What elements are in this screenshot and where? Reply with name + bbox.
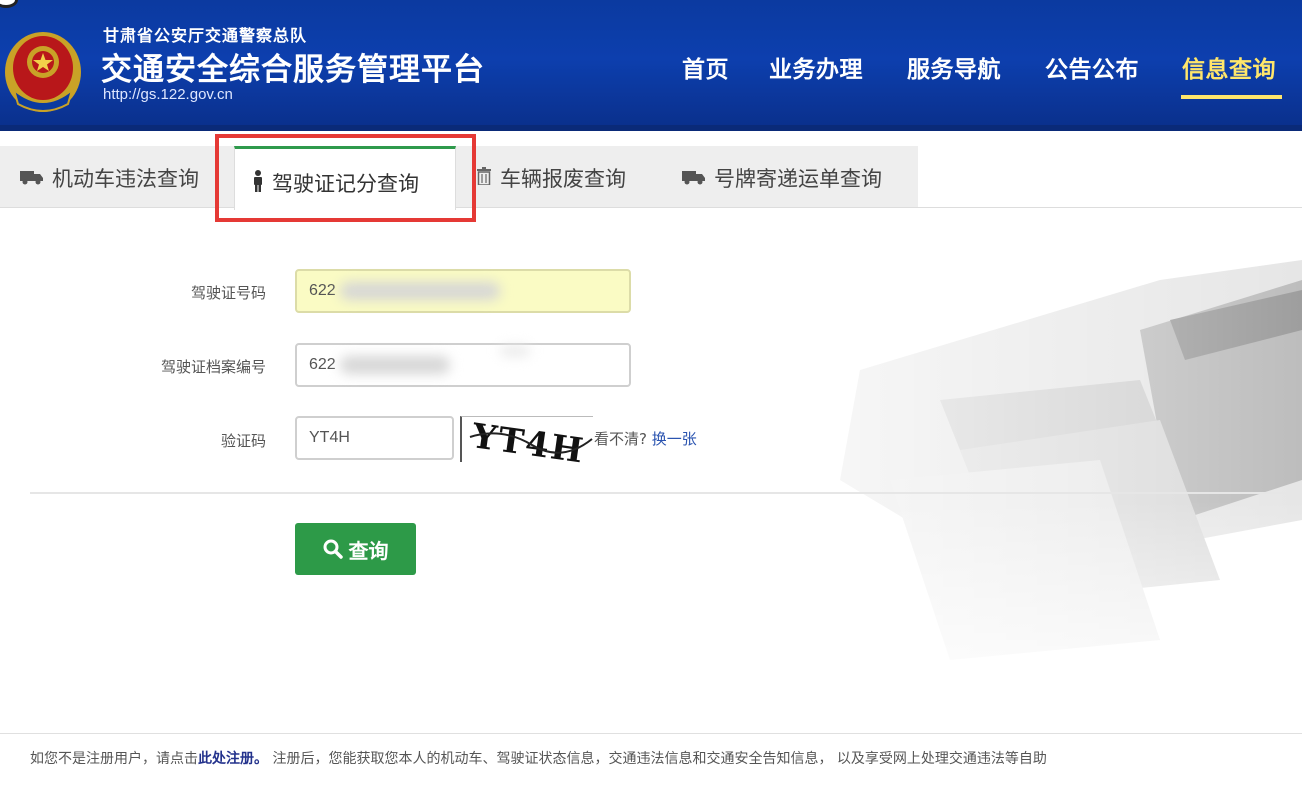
license-number-value: 622	[309, 282, 336, 299]
tab-label: 号牌寄递运单查询	[714, 167, 882, 191]
captcha-hint: 看不清? 换一张	[594, 428, 697, 449]
redaction-blur	[340, 356, 450, 374]
tab-license-points[interactable]: 驾驶证记分查询	[252, 163, 419, 203]
captcha-image[interactable]: YT4H	[460, 416, 593, 472]
license-number-label: 驾驶证号码	[190, 284, 266, 302]
nav-announcements[interactable]: 公告公布	[1045, 50, 1139, 84]
nav-info-query[interactable]: 信息查询	[1182, 50, 1276, 84]
query-button[interactable]: 查询	[295, 523, 416, 575]
query-button-label: 查询	[348, 538, 389, 563]
file-number-value: 622	[309, 356, 336, 373]
redaction-blur	[500, 346, 530, 356]
truck-icon	[20, 166, 44, 190]
tab-label: 驾驶证记分查询	[272, 172, 419, 196]
captcha-hint-text: 看不清?	[594, 430, 647, 448]
nav-business[interactable]: 业务办理	[769, 50, 863, 84]
footer-text: 注册后，您能获取您本人的机动车、驾驶证状态信息，交通违法信息和交通安全告知信息，…	[268, 751, 1047, 767]
tab-label: 机动车违法查询	[52, 167, 199, 191]
captcha-image-text: YT4H	[469, 417, 588, 463]
redaction-blur	[340, 282, 500, 300]
captcha-input[interactable]: YT4H	[295, 416, 454, 460]
form-divider	[30, 492, 1302, 494]
captcha-refresh-link[interactable]: 换一张	[652, 430, 697, 448]
tab-bar-border	[0, 207, 1302, 208]
footer-note: 如您不是注册用户，请点击此处注册。 注册后，您能获取您本人的机动车、驾驶证状态信…	[30, 748, 1047, 768]
truck-icon	[682, 166, 706, 190]
search-icon	[323, 539, 343, 559]
captcha-value: YT4H	[309, 429, 350, 446]
nav-home[interactable]: 首页	[682, 50, 729, 84]
nav-active-underline	[1181, 95, 1282, 99]
trash-icon	[476, 166, 492, 190]
main-nav: 首页 业务办理 服务导航 公告公布 信息查询	[0, 50, 1302, 90]
person-icon	[252, 169, 264, 197]
register-link[interactable]: 此处注册。	[198, 751, 268, 767]
tab-vehicle-scrap[interactable]: 车辆报废查询	[476, 158, 626, 198]
window-corner-icon	[0, 0, 18, 8]
tab-vehicle-violation[interactable]: 机动车违法查询	[20, 158, 199, 198]
background-wallet-image	[640, 220, 1302, 730]
tab-label: 车辆报废查询	[500, 167, 626, 191]
nav-service-guide[interactable]: 服务导航	[907, 50, 1001, 84]
tab-plate-delivery[interactable]: 号牌寄递运单查询	[682, 158, 882, 198]
captcha-label: 验证码	[220, 432, 266, 450]
site-header: 甘肃省公安厅交通警察总队 交通安全综合服务管理平台 http://gs.122.…	[0, 0, 1302, 131]
footer-text: 如您不是注册用户，请点击	[30, 751, 198, 767]
org-name: 甘肃省公安厅交通警察总队	[103, 26, 308, 45]
footer-divider	[0, 733, 1302, 734]
file-number-label: 驾驶证档案编号	[160, 358, 266, 376]
